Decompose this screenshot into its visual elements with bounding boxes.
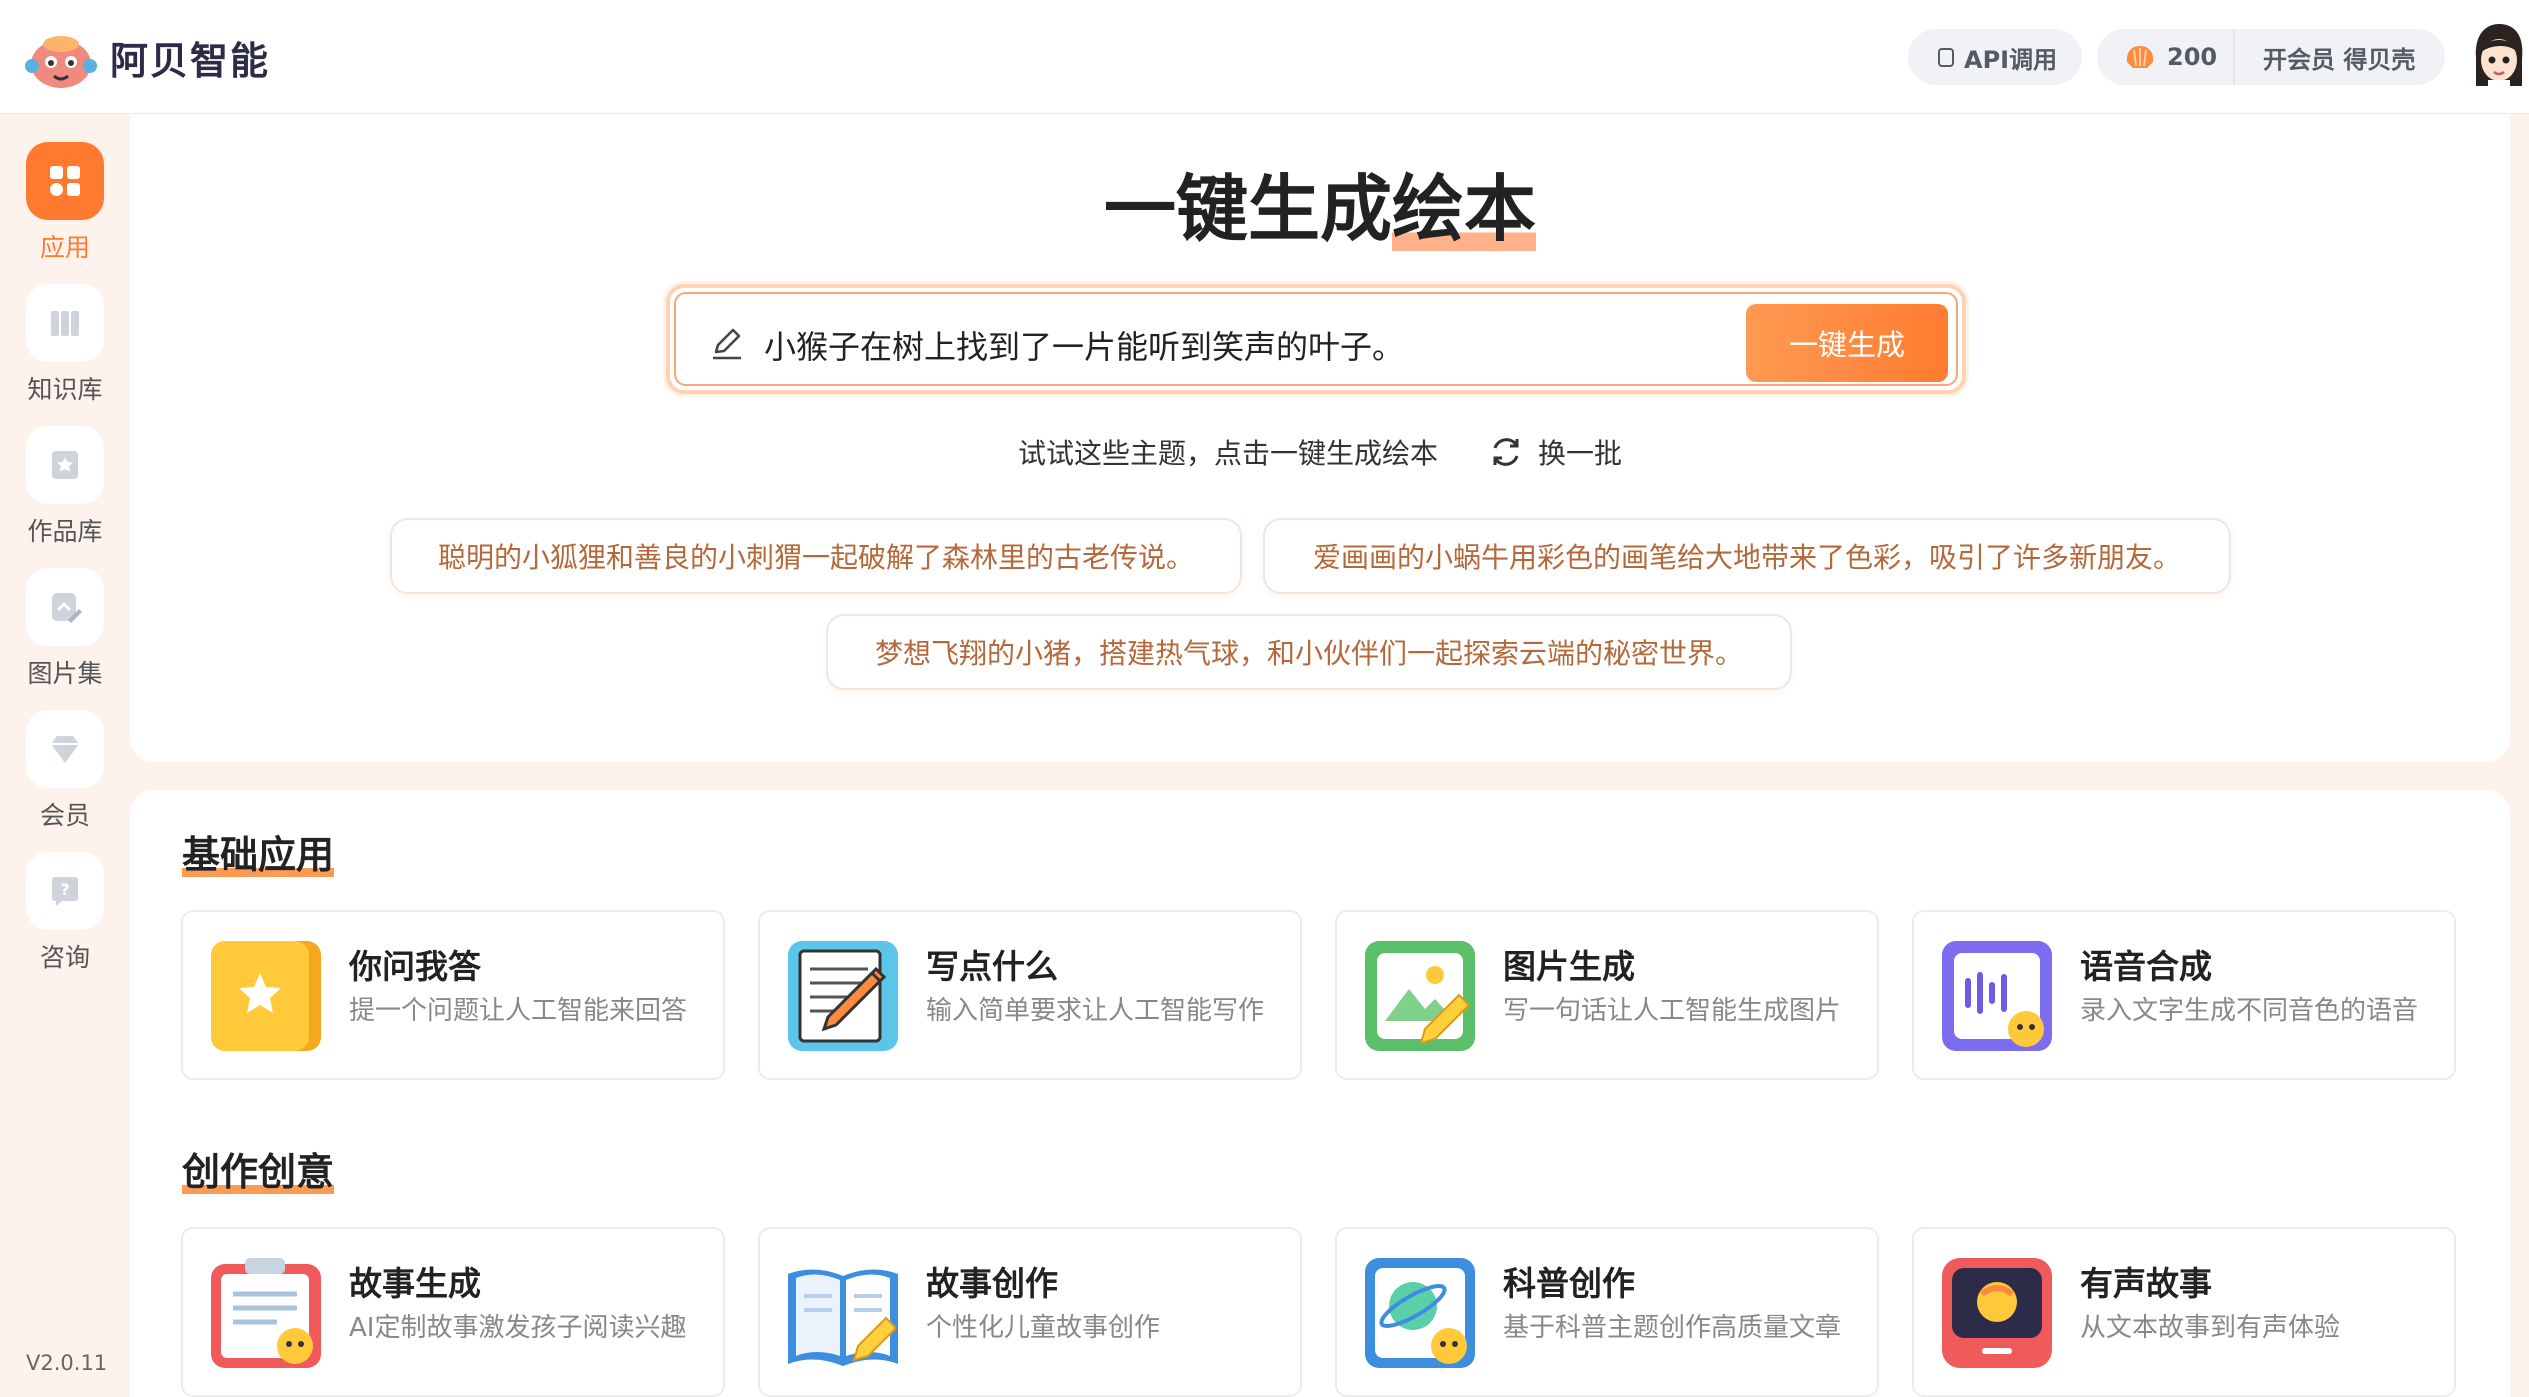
planet-science-icon xyxy=(1365,1258,1475,1368)
story-prompt-field[interactable]: 小猴子在树上找到了一片能听到笑声的叶子。 一键生成 xyxy=(674,292,1958,386)
brand-name: 阿贝智能 xyxy=(110,38,271,83)
sidebar-item-images[interactable]: 图片集 xyxy=(0,568,130,690)
sidebar-item-works[interactable]: 作品库 xyxy=(0,426,130,548)
sidebar-item-label: 会员 xyxy=(39,801,90,830)
sidebar-item-label: 应用 xyxy=(39,233,90,262)
suggestion-hint-row: 试试这些主题，点击一键生成绘本 换一批 xyxy=(130,432,2510,472)
app-card-desc: AI定制故事激发孩子阅读兴趣 xyxy=(349,1313,687,1343)
app-card-voice[interactable]: 语音合成 录入文字生成不同音色的语音 xyxy=(1912,910,2456,1080)
app-card-qa[interactable]: 你问我答 提一个问题让人工智能来回答 xyxy=(181,910,725,1080)
image-collection-icon xyxy=(26,568,104,646)
refresh-icon xyxy=(1493,438,1519,466)
coins-balance[interactable]: 200 xyxy=(2097,29,2235,85)
pen-paper-icon xyxy=(788,941,898,1051)
app-card-desc: 输入简单要求让人工智能写作 xyxy=(926,996,1265,1026)
api-icon xyxy=(1938,47,1954,67)
app-card-title: 科普创作 xyxy=(1503,1264,1635,1303)
app-card-desc: 个性化儿童故事创作 xyxy=(926,1313,1161,1343)
page-title-highlight: 绘本 xyxy=(1392,167,1537,251)
image-gen-icon xyxy=(1365,941,1475,1051)
svg-text:?: ? xyxy=(60,880,69,899)
brand-logo[interactable]: 阿贝智能 xyxy=(22,22,270,92)
story-prompt-input[interactable]: 小猴子在树上找到了一片能听到笑声的叶子。 xyxy=(764,322,1404,368)
story-prompt-box: 小猴子在树上找到了一片能听到笑声的叶子。 一键生成 xyxy=(666,284,1966,394)
app-card-write[interactable]: 写点什么 输入简单要求让人工智能写作 xyxy=(758,910,1302,1080)
sidebar-item-label: 图片集 xyxy=(27,659,103,688)
audio-story-icon xyxy=(1942,1258,2052,1368)
section-title-text: 基础应用 xyxy=(182,833,335,877)
help-icon: ? xyxy=(26,852,104,930)
app-card-desc: 写一句话让人工智能生成图片 xyxy=(1503,996,1842,1026)
refresh-label: 换一批 xyxy=(1538,437,1623,470)
app-card-story-gen[interactable]: 故事生成 AI定制故事激发孩子阅读兴趣 xyxy=(181,1227,725,1397)
sidebar-item-apps[interactable]: 应用 xyxy=(0,142,130,264)
app-card-title: 你问我答 xyxy=(349,947,481,986)
app-card-title: 语音合成 xyxy=(2080,947,2212,986)
shell-coin-icon xyxy=(2126,46,2154,68)
app-card-desc: 录入文字生成不同音色的语音 xyxy=(2080,996,2419,1026)
app-card-title: 写点什么 xyxy=(926,947,1058,986)
sidebar-item-consult[interactable]: ? 咨询 xyxy=(0,852,130,974)
app-version: V2.0.11 xyxy=(26,1351,108,1375)
membership-pill[interactable]: 200 开会员 得贝壳 xyxy=(2097,29,2445,85)
app-card-science[interactable]: 科普创作 基于科普主题创作高质量文章 xyxy=(1335,1227,1879,1397)
diamond-icon xyxy=(26,710,104,788)
open-book-icon xyxy=(788,1269,898,1366)
suggestion-chip[interactable]: 爱画画的小蜗牛用彩色的画笔给大地带来了色彩，吸引了许多新朋友。 xyxy=(1263,518,2231,594)
section-title-basic: 基础应用 xyxy=(182,824,335,879)
sidebar-item-label: 知识库 xyxy=(27,375,103,404)
star-qa-icon xyxy=(211,941,321,1051)
app-card-title: 有声故事 xyxy=(2080,1264,2212,1303)
sidebar: 应用 知识库 作品库 图片集 会员 ? 咨询 xyxy=(0,114,130,1397)
sidebar-item-membership[interactable]: 会员 xyxy=(0,710,130,832)
app-card-image[interactable]: 图片生成 写一句话让人工智能生成图片 xyxy=(1335,910,1879,1080)
coins-count: 200 xyxy=(2167,43,2218,71)
sidebar-item-label: 咨询 xyxy=(39,943,90,972)
section-title-creative: 创作创意 xyxy=(182,1141,335,1196)
app-card-story-create[interactable]: 故事创作 个性化儿童故事创作 xyxy=(758,1227,1302,1397)
suggestion-chip[interactable]: 聪明的小狐狸和善良的小刺猬一起破解了森林里的古老传说。 xyxy=(390,518,1242,594)
app-card-desc: 基于科普主题创作高质量文章 xyxy=(1503,1313,1842,1343)
section-title-text: 创作创意 xyxy=(182,1150,335,1194)
api-label: API调用 xyxy=(1964,45,2058,74)
app-card-audio-story[interactable]: 有声故事 从文本故事到有声体验 xyxy=(1912,1227,2456,1397)
apps-panel: 基础应用 你问我答 提一个问题让人工智能来回答 写点什么 输入简单要求让人工智能… xyxy=(130,790,2510,1397)
user-avatar[interactable] xyxy=(2470,22,2528,92)
app-card-title: 故事创作 xyxy=(926,1264,1058,1303)
app-card-title: 故事生成 xyxy=(349,1264,481,1303)
voice-wave-icon xyxy=(1942,941,2052,1051)
vip-button[interactable]: 开会员 得贝壳 xyxy=(2235,40,2415,75)
app-card-title: 图片生成 xyxy=(1503,947,1635,986)
apps-icon xyxy=(26,142,104,220)
edit-pencil-icon xyxy=(713,328,741,360)
page-title: 一键生成绘本 xyxy=(130,150,2510,255)
portfolio-icon xyxy=(26,426,104,504)
app-card-desc: 从文本故事到有声体验 xyxy=(2080,1313,2341,1343)
suggestion-chip[interactable]: 梦想飞翔的小猪，搭建热气球，和小伙伴们一起探索云端的秘密世界。 xyxy=(826,614,1792,690)
books-icon xyxy=(26,284,104,362)
app-card-desc: 提一个问题让人工智能来回答 xyxy=(349,996,688,1026)
top-bar: 阿贝智能 API调用 200 开会员 得贝壳 xyxy=(0,0,2529,114)
refresh-button[interactable]: 换一批 xyxy=(1488,432,1622,472)
generate-button[interactable]: 一键生成 xyxy=(1746,304,1948,382)
page-title-main: 一键生成 xyxy=(1103,167,1392,251)
mascot-logo-icon xyxy=(25,36,97,88)
hero-panel: 一键生成绘本 小猴子在树上找到了一片能听到笑声的叶子。 一键生成 试试这些主题，… xyxy=(130,114,2510,762)
sidebar-item-label: 作品库 xyxy=(27,517,103,546)
api-button[interactable]: API调用 xyxy=(1908,29,2082,85)
clipboard-story-icon xyxy=(211,1258,321,1368)
sidebar-item-knowledge[interactable]: 知识库 xyxy=(0,284,130,406)
suggestion-hint: 试试这些主题，点击一键生成绘本 xyxy=(1017,437,1438,470)
